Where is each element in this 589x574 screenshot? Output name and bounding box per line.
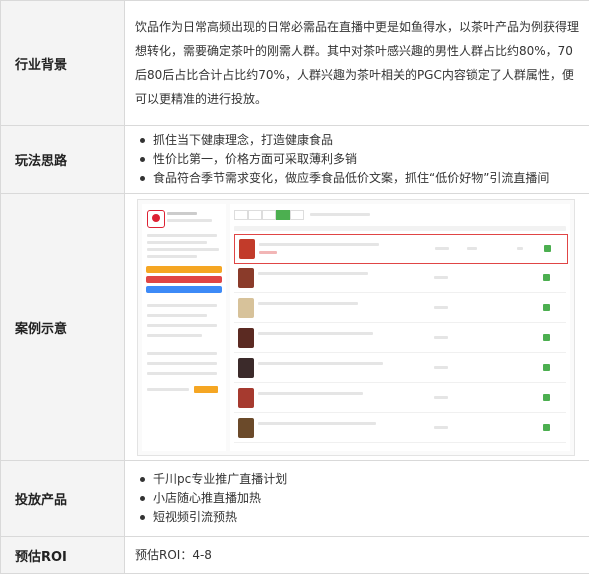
- product-row[interactable]: [234, 414, 566, 443]
- product-item-2: 小店随心推直播加热: [153, 489, 589, 508]
- detail-button[interactable]: [543, 304, 550, 311]
- sales-value: [434, 306, 448, 309]
- tag-line: [147, 352, 217, 355]
- tab-filter-2[interactable]: [248, 210, 262, 220]
- shop-info-line: [147, 255, 197, 258]
- tab-filter-5[interactable]: [290, 210, 304, 220]
- label-case: 案例示意: [1, 194, 125, 461]
- row-case: 案例示意: [1, 194, 589, 461]
- detail-button[interactable]: [543, 424, 550, 431]
- shop-avatar: [147, 210, 165, 228]
- tab-filter-active[interactable]: [276, 210, 290, 220]
- product-title-placeholder: [258, 392, 363, 395]
- products-list: 千川pc专业推广直播计划 小店随心推直播加热 短视频引流预热: [125, 470, 589, 527]
- product-thumbnail: [238, 418, 254, 438]
- case-screenshot: [137, 199, 575, 456]
- label-approach: 玩法思路: [1, 126, 125, 194]
- label-roi: 预估ROI: [1, 537, 125, 574]
- shop-profile-panel: [142, 204, 226, 451]
- list-header: [234, 226, 566, 231]
- text-roi: 预估ROI：4-8: [125, 537, 589, 574]
- approach-item-2: 性价比第一，价格方面可采取薄利多销: [153, 150, 589, 169]
- product-row[interactable]: [234, 354, 566, 383]
- label-products: 投放产品: [1, 461, 125, 537]
- product-row[interactable]: [234, 384, 566, 413]
- product-row-highlighted[interactable]: [234, 234, 568, 264]
- product-row[interactable]: [234, 264, 566, 293]
- row-background: 行业背景 饮品作为日常高频出现的日常必需品在直播中更是如鱼得水，以茶叶产品为例获…: [1, 1, 589, 126]
- shop-info-line: [147, 248, 219, 251]
- stats-line: [147, 324, 217, 327]
- sales-value: [434, 366, 448, 369]
- product-thumbnail: [238, 358, 254, 378]
- detail-button[interactable]: [543, 394, 550, 401]
- products-cell: 千川pc专业推广直播计划 小店随心推直播加热 短视频引流预热: [125, 461, 589, 537]
- approach-list: 抓住当下健康理念，打造健康食品 性价比第一，价格方面可采取薄利多销 食品符合季节…: [125, 131, 589, 188]
- promo-banner-red[interactable]: [146, 276, 222, 283]
- tab-filter-1[interactable]: [234, 210, 248, 220]
- label-background: 行业背景: [1, 1, 125, 126]
- product-thumbnail: [238, 328, 254, 348]
- row-products: 投放产品 千川pc专业推广直播计划 小店随心推直播加热 短视频引流预热: [1, 461, 589, 537]
- approach-cell: 抓住当下健康理念，打造健康食品 性价比第一，价格方面可采取薄利多销 食品符合季节…: [125, 126, 589, 194]
- product-price-placeholder: [259, 251, 277, 254]
- promo-banner-orange[interactable]: [146, 266, 222, 273]
- product-title-placeholder: [258, 302, 358, 305]
- tag-line: [147, 362, 217, 365]
- sales-value: [435, 247, 449, 250]
- product-title-placeholder: [259, 243, 379, 246]
- product-title-placeholder: [258, 362, 383, 365]
- product-list-panel: [230, 204, 570, 451]
- product-thumbnail: [239, 239, 255, 259]
- sales-value: [434, 426, 448, 429]
- detail-button[interactable]: [543, 274, 550, 281]
- info-table: 行业背景 饮品作为日常高频出现的日常必需品在直播中更是如鱼得水，以茶叶产品为例获…: [0, 0, 589, 574]
- promo-banner-blue[interactable]: [146, 286, 222, 293]
- sales-value: [434, 336, 448, 339]
- stats-line: [147, 334, 202, 337]
- sales-value: [434, 276, 448, 279]
- detail-button[interactable]: [543, 334, 550, 341]
- approach-item-3: 食品符合季节需求变化，做应季食品低价文案，抓住“低价好物”引流直播间: [153, 169, 589, 188]
- product-title-placeholder: [258, 272, 368, 275]
- product-item-1: 千川pc专业推广直播计划: [153, 470, 589, 489]
- count-value: [517, 247, 523, 250]
- product-title-placeholder: [258, 422, 376, 425]
- row-approach: 玩法思路 抓住当下健康理念，打造健康食品 性价比第一，价格方面可采取薄利多销 食…: [1, 126, 589, 194]
- shop-id-placeholder: [167, 219, 212, 222]
- tab-filter-3[interactable]: [262, 210, 276, 220]
- tag-line: [147, 372, 217, 375]
- volume-value: [467, 247, 477, 250]
- shop-info-line: [147, 241, 207, 244]
- detail-button[interactable]: [544, 245, 551, 252]
- row-roi: 预估ROI 预估ROI：4-8: [1, 537, 589, 574]
- product-item-3: 短视频引流预热: [153, 508, 589, 527]
- text-background: 饮品作为日常高频出现的日常必需品在直播中更是如鱼得水，以茶叶产品为例获得理想转化…: [125, 1, 589, 126]
- product-row[interactable]: [234, 324, 566, 353]
- detail-button[interactable]: [543, 364, 550, 371]
- case-cell: [125, 194, 589, 461]
- product-thumbnail: [238, 298, 254, 318]
- sales-value: [434, 396, 448, 399]
- product-row[interactable]: [234, 294, 566, 323]
- stats-line: [147, 304, 217, 307]
- product-thumbnail: [238, 268, 254, 288]
- shop-name-placeholder: [167, 212, 197, 215]
- approach-item-1: 抓住当下健康理念，打造健康食品: [153, 131, 589, 150]
- follow-button[interactable]: [194, 386, 218, 393]
- shop-info-line: [147, 234, 217, 237]
- footer-line: [147, 388, 189, 391]
- date-range-picker[interactable]: [310, 213, 370, 216]
- product-thumbnail: [238, 388, 254, 408]
- product-title-placeholder: [258, 332, 373, 335]
- stats-line: [147, 314, 207, 317]
